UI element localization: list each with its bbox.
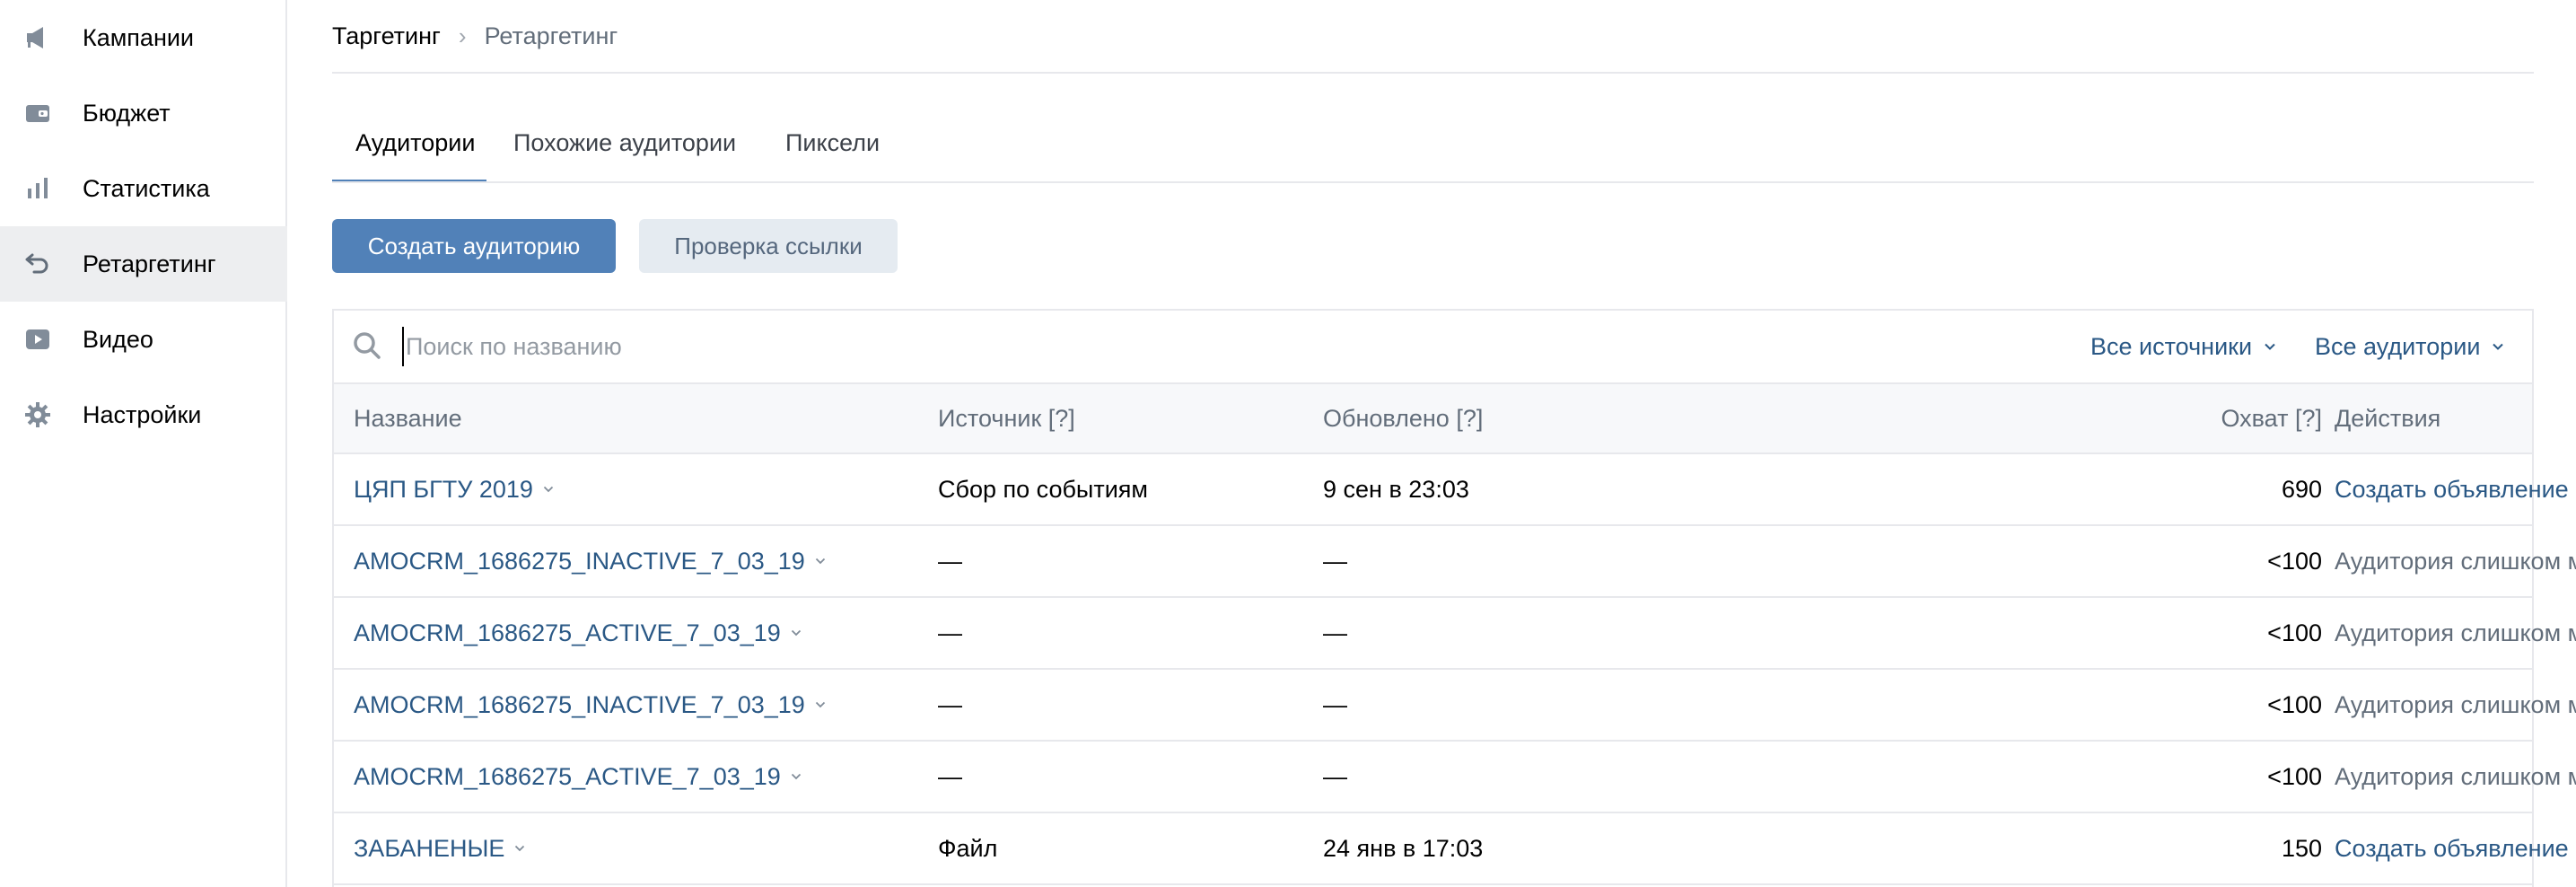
audience-source: — [938, 548, 962, 575]
table-header: Название Источник [?] Обновлено [?] Охва… [334, 382, 2532, 454]
table-row: AMOCRM_1686275_INACTIVE_7_03_19 — — <100 Ауд… [334, 526, 2576, 598]
sources-filter-dropdown[interactable]: Все источники [2090, 329, 2277, 364]
sidebar-item-retargeting[interactable]: Ретаргетинг [0, 226, 287, 302]
audience-name-link[interactable]: ЗАБАНЕНЫЕ [354, 813, 526, 883]
breadcrumb-root-link[interactable]: Таргетинг [332, 22, 441, 50]
audience-name: AMOCRM_1686275_INACTIVE_7_03_19 [354, 548, 805, 575]
sidebar-item-label: Кампании [83, 24, 195, 51]
breadcrumb-current: Ретаргетинг [484, 22, 618, 49]
audience-reach: <100 [2267, 763, 2322, 790]
table-row: AMOCRM_1686275_ACTIVE_7_03_19 — — <100 Аудит… [334, 598, 2576, 670]
table-row: AMOCRM_1686275_ACTIVE_7_03_19 — — <100 Аудит… [334, 742, 2576, 813]
sidebar-item-label: Настройки [83, 401, 202, 428]
sidebar-item-label: Статистика [83, 175, 210, 202]
audience-name: ЗАБАНЕНЫЕ [354, 835, 505, 862]
audience-updated: 9 сен в 23:03 [1323, 476, 1469, 503]
column-header-reach[interactable]: Охват [?] [1950, 384, 2322, 452]
audience-name: AMOCRM_1686275_INACTIVE_7_03_19 [354, 691, 805, 718]
search-input[interactable] [402, 327, 1748, 366]
audience-name-link[interactable]: ЦЯП БГТУ 2019 [354, 454, 555, 524]
column-header-source[interactable]: Источник [?] [938, 384, 1075, 452]
gear-icon [23, 400, 52, 429]
check-link-button[interactable]: Проверка ссылки [639, 219, 898, 273]
megaphone-icon [23, 23, 52, 52]
audience-name-link[interactable]: AMOCRM_1686275_ACTIVE_7_03_19 [354, 742, 802, 812]
audience-source: — [938, 763, 962, 790]
chevron-down-icon [791, 629, 801, 637]
audience-name-link[interactable]: AMOCRM_1686275_INACTIVE_7_03_19 [354, 526, 827, 596]
table-row: ЗАБАНЕНЫЕ Файл 24 янв в 17:03 150 Создать об… [334, 813, 2569, 885]
audience-reach: 150 [2281, 835, 2322, 862]
chevron-down-icon [791, 773, 801, 780]
sources-filter-label: Все источники [2090, 332, 2253, 360]
sidebar-item-label: Бюджет [83, 100, 171, 127]
breadcrumb: Таргетинг › Ретаргетинг [332, 18, 618, 54]
chevron-down-icon [815, 701, 825, 708]
column-header-name[interactable]: Название [354, 384, 462, 452]
audience-updated: — [1323, 548, 1347, 575]
create-ad-link[interactable]: Создать объявление [2335, 813, 2569, 883]
retarget-arrow-icon [23, 250, 52, 278]
sidebar-item-campaigns[interactable]: Кампании [0, 0, 287, 75]
chevron-down-icon [815, 558, 825, 565]
audience-source: Файл [938, 835, 998, 862]
audience-reach: <100 [2267, 691, 2322, 718]
audience-updated: 24 янв в 17:03 [1323, 835, 1484, 862]
sidebar-item-label: Ретаргетинг [83, 250, 216, 277]
tabs: Аудитории Похожие аудитории Пиксели [332, 122, 2534, 183]
audience-too-small-text: Аудитория слишком мала [2335, 691, 2576, 718]
breadcrumb-separator: › [458, 22, 467, 49]
chevron-down-icon [2265, 343, 2275, 350]
sidebar-item-statistics[interactable]: Статистика [0, 151, 287, 226]
table-row: ЦЯП БГТУ 2019 Сбор по событиям 9 сен в 23:… [334, 454, 2569, 526]
audience-updated: — [1323, 619, 1347, 646]
create-ad-link[interactable]: Создать объявление [2335, 454, 2569, 524]
audience-too-small-text: Аудитория слишком мала [2335, 763, 2576, 790]
wallet-icon [23, 99, 52, 127]
column-header-updated[interactable]: Обновлено [?] [1323, 384, 1483, 452]
sidebar-item-budget[interactable]: Бюджет [0, 75, 287, 151]
audience-name: AMOCRM_1686275_ACTIVE_7_03_19 [354, 619, 781, 646]
column-header-actions: Действия [2335, 405, 2441, 432]
divider [332, 181, 2534, 183]
audience-source: — [938, 619, 962, 646]
chevron-down-icon [543, 486, 554, 493]
audience-name-link[interactable]: AMOCRM_1686275_ACTIVE_7_03_19 [354, 598, 802, 668]
chevron-down-icon [515, 845, 525, 852]
sidebar-item-video[interactable]: Видео [0, 302, 287, 377]
divider [332, 72, 2534, 74]
audience-name: AMOCRM_1686275_ACTIVE_7_03_19 [354, 763, 781, 790]
audience-name: ЦЯП БГТУ 2019 [354, 476, 533, 503]
audiences-filter-label: Все аудитории [2315, 332, 2481, 360]
audience-source: — [938, 691, 962, 718]
audience-too-small-text: Аудитория слишком мала [2335, 619, 2576, 646]
audience-name-link[interactable]: AMOCRM_1686275_INACTIVE_7_03_19 [354, 670, 827, 740]
chevron-down-icon [2493, 343, 2504, 350]
audience-reach: <100 [2267, 619, 2322, 646]
audience-source: Сбор по событиям [938, 476, 1148, 503]
sidebar-item-settings[interactable]: Настройки [0, 377, 287, 452]
create-audience-button[interactable]: Создать аудиторию [332, 219, 616, 273]
bar-chart-icon [23, 174, 52, 203]
search-row: Все источники Все аудитории [334, 311, 2532, 382]
search-icon [352, 330, 382, 361]
audience-updated: — [1323, 691, 1347, 718]
sidebar-item-label: Видео [83, 326, 153, 353]
audience-reach: 690 [2281, 476, 2322, 503]
audience-updated: — [1323, 763, 1347, 790]
sidebar: Кампании Бюджет Статистика Ретаргетинг В… [0, 0, 287, 887]
tab-pixels[interactable]: Пиксели [785, 122, 880, 183]
audiences-table-panel: Все источники Все аудитории Название Ист… [332, 309, 2576, 887]
audience-reach: <100 [2267, 548, 2322, 575]
tab-audiences[interactable]: Аудитории [355, 122, 475, 183]
audience-too-small-text: Аудитория слишком мала [2335, 548, 2576, 575]
video-play-icon [23, 325, 52, 354]
tab-lookalike-audiences[interactable]: Похожие аудитории [513, 122, 736, 183]
audiences-filter-dropdown[interactable]: Все аудитории [2315, 329, 2505, 364]
table-row: AMOCRM_1686275_INACTIVE_7_03_19 — — <100 Ауд… [334, 670, 2576, 742]
